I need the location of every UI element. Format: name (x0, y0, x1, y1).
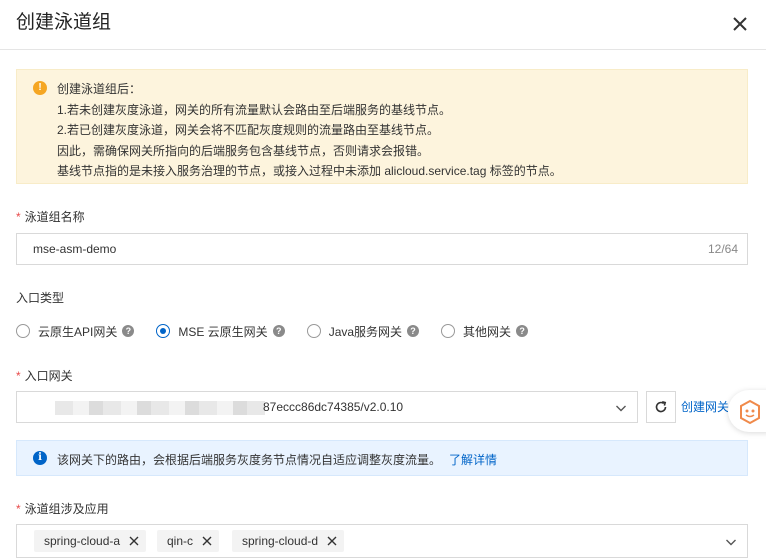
help-icon[interactable]: ? (516, 325, 529, 337)
gateway-label-text: 入口网关 (24, 369, 73, 383)
info-alert: i 该网关下的路由，会根据后端服务灰度务节点情况自适应调整灰度流量。 了解详情 (16, 440, 748, 476)
app-tag-label: spring-cloud-a (44, 534, 121, 548)
radio-label: MSE 云原生网关 (178, 324, 268, 339)
required-mark: * (16, 210, 21, 224)
create-gateway-link[interactable]: 创建网关 (681, 398, 729, 415)
app-tag-label: qin-c (167, 534, 194, 548)
app-tag: spring-cloud-d (232, 530, 345, 552)
close-icon[interactable] (201, 535, 213, 547)
refresh-button[interactable] (646, 391, 676, 423)
close-icon[interactable] (728, 12, 752, 36)
group-name-value: mse-asm-demo (33, 242, 117, 256)
app-tag-label: spring-cloud-d (242, 534, 319, 548)
warning-line: 1.若未创建灰度泳道，网关的所有流量默认会路由至后端服务的基线节点。 (57, 102, 452, 117)
chevron-down-icon (616, 405, 626, 412)
close-icon[interactable] (326, 535, 338, 547)
radio-button[interactable] (441, 324, 456, 338)
char-counter: 12/64 (707, 242, 738, 256)
dialog-title: 创建泳道组 (16, 12, 112, 33)
group-name-label-text: 泳道组名称 (24, 210, 85, 224)
warning-icon: ! (33, 81, 47, 95)
app-tag: qin-c (157, 530, 220, 552)
gateway-label: * 入口网关 (16, 368, 73, 384)
warning-line: 基线节点指的是未接入服务治理的节点，或接入过程中未添加 alicloud.ser… (57, 164, 562, 178)
radio-label: 云原生API网关 (38, 324, 118, 339)
radio-mse-cloud-native-gateway[interactable]: MSE 云原生网关 ? (156, 323, 285, 340)
warning-line: 创建泳道组后： (57, 82, 142, 96)
info-icon: i (33, 451, 47, 465)
required-mark: * (16, 502, 21, 516)
dialog-header: 创建泳道组 (0, 0, 766, 50)
radio-button-checked[interactable] (156, 324, 171, 338)
group-name-input[interactable]: mse-asm-demo 12/64 (16, 233, 748, 265)
info-text: 该网关下的路由，会根据后端服务灰度务节点情况自适应调整灰度流量。 了解详情 (57, 451, 497, 468)
warning-line: 因此，需确保网关所指向的后端服务包含基线节点，否则请求会报错。 (57, 143, 430, 158)
warning-alert: ! 创建泳道组后： 1.若未创建灰度泳道，网关的所有流量默认会路由至后端服务的基… (16, 69, 748, 184)
entry-type-radio-group: 云原生API网关 ? MSE 云原生网关 ? Java服务网关 ? 其他网关 ? (16, 322, 550, 340)
assistant-widget[interactable] (728, 390, 766, 432)
refresh-icon (655, 401, 667, 413)
radio-label: 其他网关 (463, 324, 512, 339)
group-name-label: * 泳道组名称 (16, 209, 85, 225)
radio-cloud-native-api-gateway[interactable]: 云原生API网关 ? (16, 323, 135, 340)
help-icon[interactable]: ? (407, 325, 420, 337)
close-icon[interactable] (128, 535, 140, 547)
apps-label-text: 泳道组涉及应用 (24, 502, 109, 516)
chevron-down-icon (726, 539, 736, 546)
radio-label: Java服务网关 (328, 324, 403, 339)
required-mark: * (16, 369, 21, 383)
radio-button[interactable] (16, 324, 30, 338)
warning-text: 创建泳道组后： 1.若未创建灰度泳道，网关的所有流量默认会路由至后端服务的基线节… (57, 79, 562, 182)
redacted-mask (55, 401, 265, 415)
apps-multiselect[interactable]: spring-cloud-a qin-c spring-cloud-d (16, 524, 748, 558)
radio-java-service-gateway[interactable]: Java服务网关 ? (306, 323, 420, 340)
radio-other-gateway[interactable]: 其他网关 ? (441, 323, 529, 340)
apps-label: * 泳道组涉及应用 (16, 501, 109, 517)
help-icon[interactable]: ? (272, 325, 285, 337)
warning-line: 2.若已创建灰度泳道，网关会将不匹配灰度规则的流量路由至基线节点。 (57, 123, 440, 137)
gateway-select[interactable]: 87eccc86dc74385/v2.0.10 (16, 391, 638, 423)
assistant-logo-icon (740, 399, 760, 425)
app-tag: spring-cloud-a (34, 530, 147, 552)
radio-button[interactable] (306, 324, 321, 338)
learn-more-link[interactable]: 了解详情 (449, 453, 497, 467)
gateway-select-value: 87eccc86dc74385/v2.0.10 (263, 400, 404, 414)
entry-type-label: 入口类型 (16, 291, 65, 305)
help-icon[interactable]: ? (122, 325, 135, 337)
info-message: 该网关下的路由，会根据后端服务灰度务节点情况自适应调整灰度流量。 (57, 453, 442, 467)
